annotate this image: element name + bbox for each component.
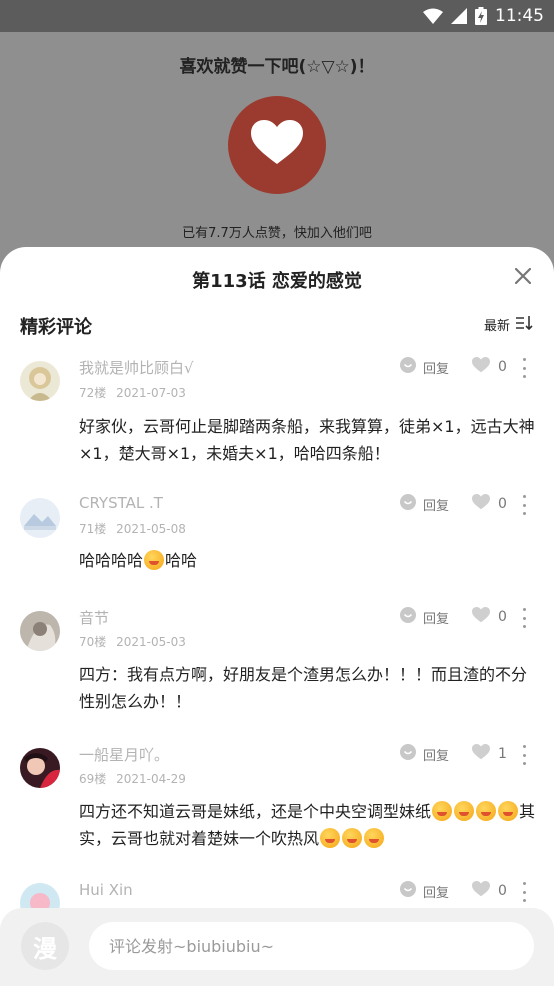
reply-icon	[400, 744, 416, 764]
reply-button[interactable]: 回复	[400, 494, 449, 514]
user-name[interactable]: 音节	[79, 607, 109, 628]
comment-text: 好家伙，云哥何止是脚踏两条船，来我算算，徒弟×1，远古大神×1，楚大哥×1，未婚…	[79, 417, 535, 463]
like-count-text: 已有7.7万人点赞，快加入他们吧	[182, 226, 372, 241]
more-options-button[interactable]	[519, 494, 529, 516]
comment-text: 四方：我有点方啊，好朋友是个渣男怎么办！！！而且渣的不分性别怎么办！！	[79, 665, 528, 711]
smile-emoji-icon	[144, 550, 165, 570]
like-button[interactable]: 0	[472, 357, 507, 377]
comment-date: 2021-05-03	[116, 635, 186, 649]
like-count: 0	[498, 883, 507, 899]
reply-button[interactable]: 回复	[400, 744, 449, 764]
reply-icon	[400, 357, 416, 377]
like-count: 0	[498, 609, 507, 625]
status-bar: 11:45	[0, 0, 554, 32]
smile-emoji-icon	[364, 828, 385, 848]
smile-emoji-icon	[342, 828, 363, 848]
user-name[interactable]: Hui Xin	[79, 881, 133, 899]
avatar[interactable]	[20, 361, 60, 401]
manga-logo-icon: 漫	[21, 922, 69, 970]
comment-text: 四方还不知道云哥是妹纸，还是个中央空调型妹纸 其实，云哥也就对着楚妹一个吹热风	[79, 798, 539, 852]
comment-text: 哈哈哈哈 哈哈	[79, 547, 539, 574]
reply-label: 回复	[423, 361, 450, 377]
comment-meta: 72楼 2021-07-03	[79, 384, 186, 401]
smile-emoji-icon	[476, 801, 497, 821]
reply-button[interactable]: 回复	[400, 607, 449, 627]
reply-label: 回复	[423, 611, 450, 627]
comment-input[interactable]	[89, 922, 534, 970]
comment-sheet: 第113话 恋爱的感觉 精彩评论 最新 我就是帅比顾白√ 72楼 2021-07…	[0, 247, 554, 986]
heart-icon	[472, 357, 490, 377]
avatar[interactable]	[20, 498, 60, 538]
reply-button[interactable]: 回复	[400, 881, 449, 901]
reply-icon	[400, 494, 416, 514]
status-time: 11:45	[495, 6, 544, 26]
like-panel: 喜欢就赞一下吧(☆▽☆)！ 已有7.7万人点赞，快加入他们吧	[0, 32, 554, 252]
user-name[interactable]: 一船星月吖。	[79, 744, 169, 765]
reply-label: 回复	[423, 498, 450, 514]
close-icon	[514, 267, 532, 288]
signal-icon	[451, 8, 467, 24]
smile-emoji-icon	[498, 801, 519, 821]
comment-input-bar: 漫	[0, 908, 554, 986]
comment-text-part: 哈哈	[165, 551, 198, 570]
wifi-icon	[423, 8, 443, 24]
heart-icon	[472, 494, 490, 514]
comment-floor: 70楼	[79, 635, 107, 649]
heart-icon	[472, 607, 490, 627]
sort-icon	[516, 315, 534, 334]
comment-floor: 71楼	[79, 522, 107, 536]
sheet-title: 第113话 恋爱的感觉	[192, 271, 362, 292]
comment-text-part: 哈哈哈哈	[79, 551, 144, 570]
smile-emoji-icon	[432, 801, 453, 821]
comment-date: 2021-05-08	[116, 522, 186, 536]
sort-label: 最新	[483, 319, 510, 334]
smile-emoji-icon	[454, 801, 475, 821]
comment-floor: 72楼	[79, 386, 107, 400]
reply-label: 回复	[423, 748, 450, 764]
comment-date: 2021-04-29	[116, 772, 186, 786]
reply-icon	[400, 881, 416, 901]
battery-icon	[475, 7, 487, 25]
like-button[interactable]: 0	[472, 607, 507, 627]
comment-date: 2021-07-03	[116, 386, 186, 400]
heart-icon	[251, 120, 303, 170]
more-options-button[interactable]	[519, 881, 529, 903]
more-options-button[interactable]	[519, 607, 529, 629]
sort-button[interactable]: 最新	[484, 315, 534, 334]
avatar[interactable]	[20, 748, 60, 788]
comment-floor: 69楼	[79, 772, 107, 786]
reply-button[interactable]: 回复	[400, 357, 449, 377]
like-chapter-button[interactable]	[228, 96, 326, 194]
like-count: 0	[498, 359, 507, 375]
like-count: 0	[498, 496, 507, 512]
like-button[interactable]: 1	[472, 744, 507, 764]
heart-icon	[472, 881, 490, 901]
section-title: 精彩评论	[20, 317, 92, 338]
comment-meta: 69楼 2021-04-29	[79, 770, 186, 787]
reply-label: 回复	[423, 885, 450, 901]
user-name[interactable]: 我就是帅比顾白√	[79, 357, 194, 378]
close-button[interactable]	[512, 267, 534, 289]
like-button[interactable]: 0	[472, 881, 507, 901]
comment-text-part: 四方还不知道云哥是妹纸，还是个中央空调型妹纸	[79, 802, 432, 821]
like-button[interactable]: 0	[472, 494, 507, 514]
comment-meta: 70楼 2021-05-03	[79, 633, 186, 650]
smile-emoji-icon	[320, 828, 341, 848]
avatar[interactable]	[20, 611, 60, 651]
heart-icon	[472, 744, 490, 764]
more-options-button[interactable]	[519, 357, 529, 379]
like-prompt: 喜欢就赞一下吧(☆▽☆)！	[179, 57, 375, 77]
like-count: 1	[498, 746, 507, 762]
comment-meta: 71楼 2021-05-08	[79, 520, 186, 537]
user-name[interactable]: CRYSTAL .T	[79, 494, 163, 512]
more-options-button[interactable]	[519, 744, 529, 766]
reply-icon	[400, 607, 416, 627]
